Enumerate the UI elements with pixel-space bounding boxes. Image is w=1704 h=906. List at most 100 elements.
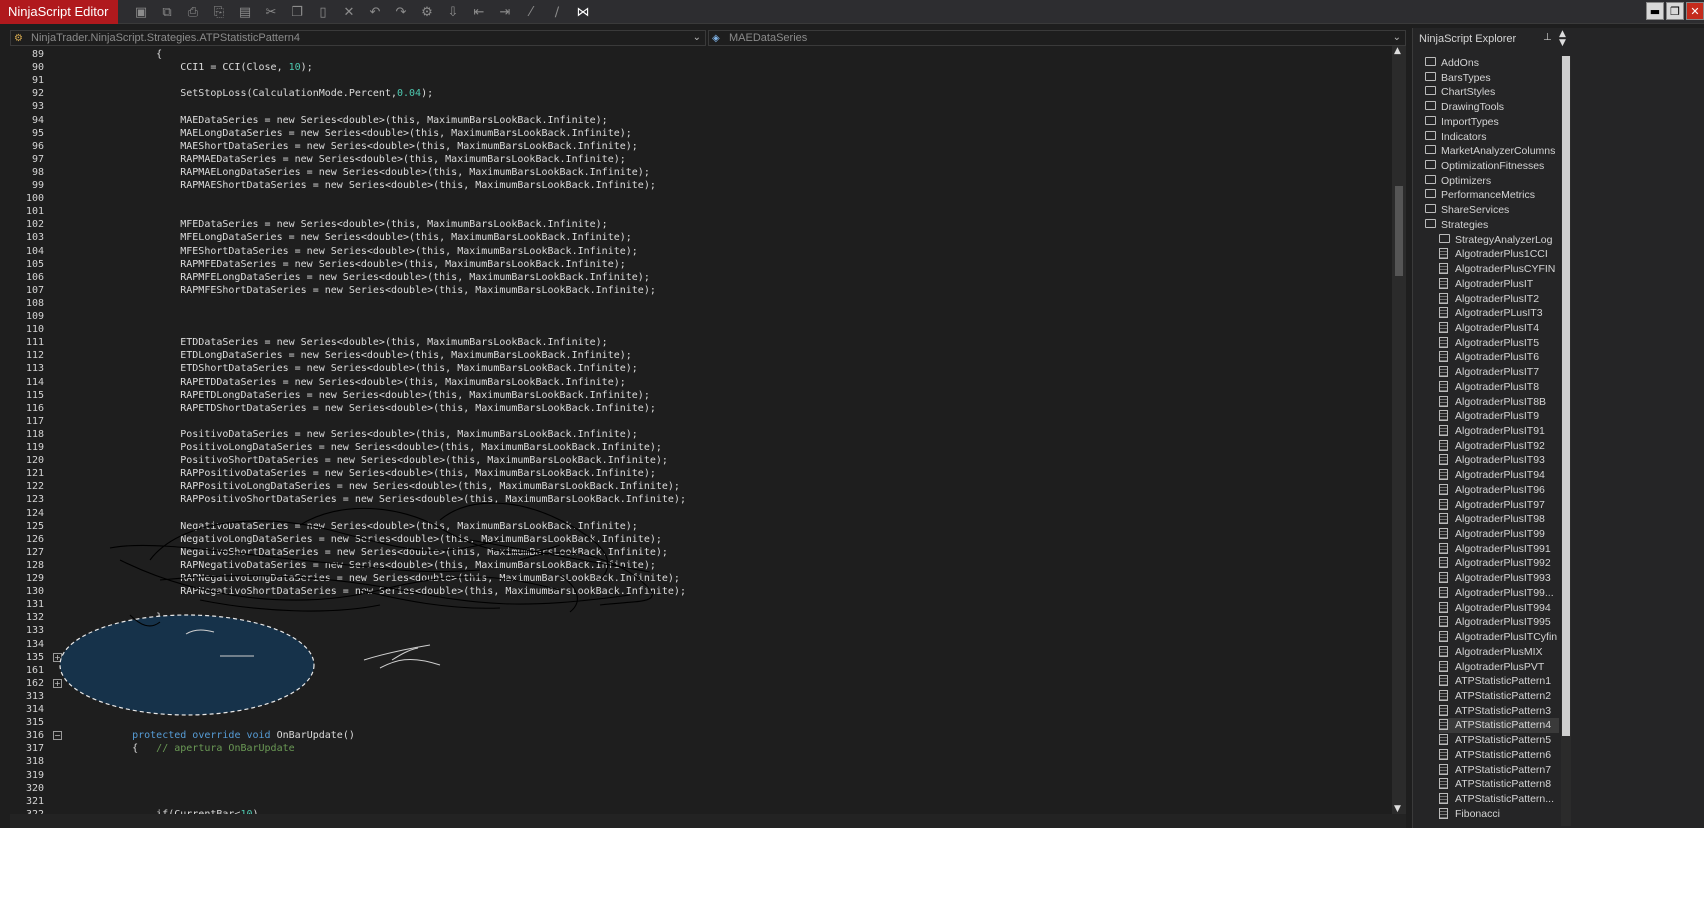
tree-file[interactable]: AlgotraderPlusIT93	[1439, 453, 1559, 468]
explorer-scroll-arrows[interactable]: ▲ ▼	[1559, 30, 1571, 48]
tree-file[interactable]: AlgotraderPlusMIX	[1439, 645, 1559, 660]
tree-file[interactable]: AlgotraderPlusCYFIN	[1439, 262, 1559, 277]
tree-file[interactable]: ATPStatisticPattern...	[1439, 792, 1559, 807]
tree-file[interactable]: ATPStatisticPattern5	[1439, 733, 1559, 748]
tree-file[interactable]: ATPStatisticPattern1	[1439, 674, 1559, 689]
cut-icon[interactable]: ✂	[258, 1, 284, 23]
tree-file[interactable]: ATPStatisticPattern6	[1439, 748, 1559, 763]
collapsed-region-marker[interactable]: Position	[108, 650, 161, 664]
tree-file[interactable]: AlgotraderPlus1CCI	[1439, 247, 1559, 262]
collapse-region-icon[interactable]: −	[53, 731, 62, 741]
save-icon[interactable]: ▣	[128, 1, 154, 23]
tree-file[interactable]: AlgotraderPlusIT994	[1439, 601, 1559, 616]
explorer-vertical-scrollbar[interactable]	[1561, 56, 1571, 826]
code-text: RAPMAEDataSeries = new Series<double>(th…	[108, 153, 626, 165]
delete-icon[interactable]: ✕	[336, 1, 362, 23]
tree-file[interactable]: ATPStatisticPattern7	[1439, 763, 1559, 778]
class-selector-dropdown[interactable]: ⚙ NinjaTrader.NinjaScript.Strategies.ATP…	[10, 30, 706, 46]
tree-file[interactable]: AlgotraderPlusIT995	[1439, 615, 1559, 630]
tree-file[interactable]: AlgotraderPlusIT96	[1439, 483, 1559, 498]
editor-vertical-scrollbar[interactable]: ▲ ▼	[1392, 46, 1406, 814]
code-editor[interactable]: 89 {90 CCI1 = CCI(Close, 10); 91 92 SetSto…	[10, 46, 1392, 814]
tree-file[interactable]: AlgotraderPlusIT8	[1439, 380, 1559, 395]
expand-region-icon[interactable]: +	[53, 652, 62, 662]
scroll-down-icon[interactable]: ▼	[1394, 804, 1401, 814]
tree-file[interactable]: AlgotraderPlusIT97	[1439, 498, 1559, 513]
tree-folder[interactable]: ChartStyles	[1425, 85, 1559, 100]
code-text: MFEDataSeries = new Series<double>(this,…	[108, 219, 608, 231]
compile-icon[interactable]: ⚙	[414, 1, 440, 23]
tree-file[interactable]: AlgotraderPlusIT992	[1439, 556, 1559, 571]
restore-icon[interactable]: ❐	[1666, 2, 1684, 20]
tree-file[interactable]: AlgotraderPlusIT98	[1439, 512, 1559, 527]
tree-file[interactable]: ATPStatisticPattern3	[1439, 704, 1559, 719]
scroll-up-icon[interactable]: ▲	[1394, 46, 1401, 56]
tree-file[interactable]: AlgotraderPlusITCyfin	[1439, 630, 1559, 645]
tree-folder[interactable]: Strategies	[1425, 218, 1559, 233]
tree-item-label: AlgotraderPlusIT994	[1455, 601, 1551, 614]
line-number: 99	[31, 180, 44, 191]
print-icon[interactable]: ⎙	[180, 1, 206, 23]
outdent-icon[interactable]: ⇤	[466, 1, 492, 23]
tree-file[interactable]: ATPStatisticPattern4	[1439, 718, 1559, 734]
folder-icon	[1425, 160, 1436, 174]
tree-file[interactable]: AlgotraderPlusIT993	[1439, 571, 1559, 586]
tree-folder[interactable]: MarketAnalyzerColumns	[1425, 144, 1559, 159]
tree-file[interactable]: AlgotraderPlusIT91	[1439, 424, 1559, 439]
tree-file[interactable]: AlgotraderPlusIT991	[1439, 542, 1559, 557]
tree-item-label: AlgotraderPlusMIX	[1455, 645, 1543, 658]
tree-folder[interactable]: DrawingTools	[1425, 100, 1559, 115]
close-icon[interactable]: ✕	[1686, 2, 1704, 20]
tree-file[interactable]: AlgotraderPlusPVT	[1439, 660, 1559, 675]
indent-icon[interactable]: ⇥	[492, 1, 518, 23]
code-text: SetStopLoss(CalculationMode.Percent,0.04…	[108, 88, 434, 100]
tree-folder[interactable]: PerformanceMetrics	[1425, 188, 1559, 203]
scrollbar-thumb[interactable]	[1395, 186, 1403, 276]
tree-file[interactable]: AlgotraderPlusIT99...	[1439, 586, 1559, 601]
scrollbar-thumb[interactable]	[1562, 56, 1570, 736]
import-icon[interactable]: ⇩	[440, 1, 466, 23]
pin-icon[interactable]: ⊥	[1543, 32, 1552, 43]
tree-file[interactable]: AlgotraderPlusIT92	[1439, 439, 1559, 454]
tree-file[interactable]: AlgotraderPlusIT9	[1439, 409, 1559, 424]
tree-file[interactable]: AlgotraderPlusIT8B	[1439, 395, 1559, 410]
tree-file[interactable]: Fibonacci	[1439, 807, 1559, 822]
uncomment-icon[interactable]: ∕	[544, 1, 570, 23]
tree-file[interactable]: AlgotraderPlusIT6	[1439, 350, 1559, 365]
copy-icon[interactable]: ❐	[284, 1, 310, 23]
print-preview-icon[interactable]: ⎘	[206, 1, 232, 23]
save-all-icon[interactable]: ⧉	[154, 1, 180, 23]
comment-icon[interactable]: ⁄	[518, 1, 544, 23]
code-line: 130 RAPNegativoShortDataSeries = new Ser…	[10, 585, 1392, 598]
tree-file[interactable]: ATPStatisticPattern2	[1439, 689, 1559, 704]
tree-folder[interactable]: Optimizers	[1425, 174, 1559, 189]
tree-file[interactable]: AlgotraderPlusIT4	[1439, 321, 1559, 336]
undo-icon[interactable]: ↶	[362, 1, 388, 23]
member-selector-dropdown[interactable]: ◈ MAEDataSeries ⌄	[708, 30, 1406, 46]
tree-folder[interactable]: OptimizationFitnesses	[1425, 159, 1559, 174]
tree-file[interactable]: AlgotraderPLusIT3	[1439, 306, 1559, 321]
page-setup-icon[interactable]: ▤	[232, 1, 258, 23]
tree-file[interactable]: AlgotraderPlusIT5	[1439, 336, 1559, 351]
tree-folder[interactable]: ImportTypes	[1425, 115, 1559, 130]
tree-folder[interactable]: AddOns	[1425, 56, 1559, 71]
tree-folder[interactable]: Indicators	[1425, 130, 1559, 145]
line-number: 111	[25, 337, 44, 349]
paste-icon[interactable]: ▯	[310, 1, 336, 23]
tree-file[interactable]: AlgotraderPlusIT2	[1439, 292, 1559, 307]
line-number: 115	[25, 389, 44, 401]
redo-icon[interactable]: ↷	[388, 1, 414, 23]
tree-file[interactable]: AlgotraderPlusIT99	[1439, 527, 1559, 542]
minimize-icon[interactable]: ▬	[1646, 2, 1664, 20]
expand-region-icon[interactable]: +	[53, 678, 62, 688]
tree-folder[interactable]: ShareServices	[1425, 203, 1559, 218]
editor-horizontal-scrollbar[interactable]	[10, 814, 1406, 828]
tree-file[interactable]: AlgotraderPlusIT7	[1439, 365, 1559, 380]
tree-file[interactable]: ATPStatisticPattern8	[1439, 777, 1559, 792]
visual-studio-icon[interactable]: ⋈	[570, 1, 596, 23]
tree-file[interactable]: AlgotraderPlusIT94	[1439, 468, 1559, 483]
collapsed-region-marker[interactable]: OrderRouting	[108, 676, 185, 690]
tree-file[interactable]: AlgotraderPlusIT	[1439, 277, 1559, 292]
tree-folder[interactable]: StrategyAnalyzerLog	[1439, 233, 1559, 248]
tree-folder[interactable]: BarsTypes	[1425, 71, 1559, 86]
